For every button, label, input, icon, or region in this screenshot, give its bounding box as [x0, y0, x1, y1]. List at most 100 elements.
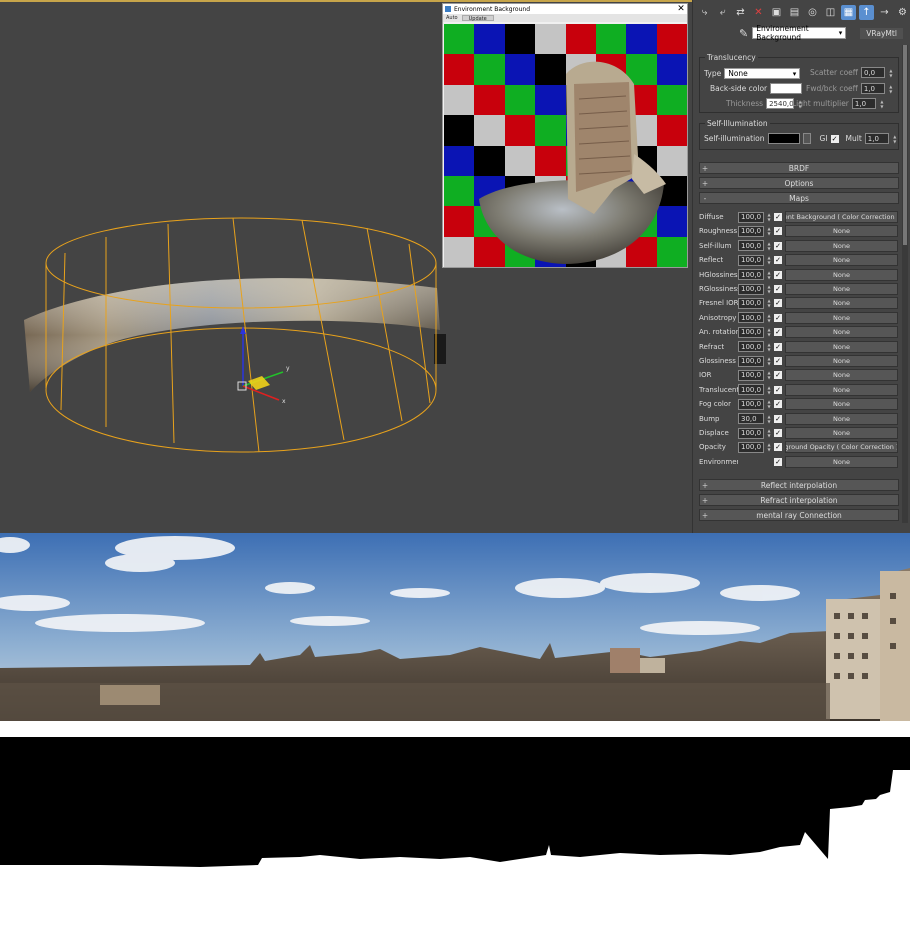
map-enable-checkbox[interactable]: ✓	[774, 213, 782, 221]
map-enable-checkbox[interactable]: ✓	[774, 285, 782, 293]
show-map-icon[interactable]: ◫	[823, 5, 838, 20]
map-enable-checkbox[interactable]: ✓	[774, 385, 782, 394]
eyedropper-icon[interactable]: ✎	[739, 27, 748, 40]
map-amount-spinner[interactable]: ▲ ▼	[765, 255, 773, 266]
material-name-dropdown[interactable]: Environement Background ▾	[752, 24, 847, 42]
rollout-options[interactable]: + Options	[699, 177, 899, 189]
map-amount-spinner[interactable]: ▲ ▼	[765, 356, 773, 367]
map-amount-spinner[interactable]: ▲ ▼	[765, 413, 773, 424]
environment-background-window[interactable]: Environment Background ✕ Auto Update	[442, 3, 688, 268]
map-amount-spinner[interactable]: ▲ ▼	[765, 298, 773, 309]
rollout-brdf[interactable]: + BRDF	[699, 162, 899, 174]
map-slot-button[interactable]: None	[785, 268, 898, 281]
self-illumination-map-button[interactable]	[802, 133, 811, 144]
map-slot-button[interactable]: None	[785, 283, 898, 295]
map-enable-checkbox[interactable]: ✓	[774, 443, 782, 452]
map-amount-field[interactable]: 100,0	[738, 398, 764, 410]
map-enable-checkbox[interactable]: ✓	[774, 328, 782, 337]
map-slot-button[interactable]: None	[785, 326, 898, 339]
map-slot-button[interactable]: None	[785, 297, 898, 310]
map-enable-checkbox[interactable]: ✓	[774, 270, 782, 279]
map-amount-field[interactable]: 100,0	[738, 441, 764, 453]
map-amount-spinner[interactable]: ▲ ▼	[765, 240, 773, 251]
make-unique-icon[interactable]: ▣	[769, 5, 784, 20]
close-icon[interactable]: ✕	[675, 4, 687, 14]
map-slot-button[interactable]: None	[785, 355, 898, 367]
mult-spinner[interactable]: ▲ ▼	[892, 133, 898, 144]
map-amount-field[interactable]: 100,0	[738, 297, 764, 309]
put-to-library-icon[interactable]: ▤	[787, 5, 802, 20]
map-amount-spinner[interactable]: ▲ ▼	[765, 341, 773, 352]
map-amount-field[interactable]: 100,0	[738, 341, 764, 353]
material-id-icon[interactable]: ◎	[805, 5, 820, 20]
map-slot-button[interactable]: None	[785, 239, 898, 252]
put-material-icon[interactable]: ⤶	[715, 5, 730, 20]
map-enable-checkbox[interactable]: ✓	[774, 241, 782, 250]
map-amount-spinner[interactable]: ▲ ▼	[765, 442, 773, 453]
map-enable-checkbox[interactable]: ✓	[774, 457, 782, 466]
update-button[interactable]: Update	[461, 15, 494, 22]
map-amount-field[interactable]: 100,0	[738, 240, 764, 252]
map-amount-spinner[interactable]: ▲ ▼	[765, 212, 773, 223]
map-enable-checkbox[interactable]: ✓	[774, 227, 782, 236]
assign-material-icon[interactable]: ⇄	[733, 5, 748, 20]
material-type-button[interactable]: VRayMtl	[860, 27, 903, 39]
map-amount-spinner[interactable]: ▲ ▼	[765, 399, 773, 410]
map-amount-spinner[interactable]: ▲ ▼	[765, 370, 773, 381]
light-multiplier-spinner[interactable]: ▲ ▼	[879, 98, 885, 109]
map-amount-spinner[interactable]: ▲ ▼	[765, 284, 773, 295]
map-enable-checkbox[interactable]: ✓	[774, 256, 782, 265]
light-multiplier-field[interactable]: 1,0	[851, 98, 876, 109]
window-titlebar[interactable]: Environment Background ✕	[443, 4, 687, 14]
map-amount-field[interactable]: 100,0	[738, 312, 764, 324]
gi-checkbox[interactable]: ✓	[830, 134, 839, 143]
map-amount-field[interactable]: 100,0	[738, 211, 764, 223]
map-slot-button[interactable]: None	[785, 311, 898, 324]
reset-map-icon[interactable]: ✕	[751, 5, 766, 20]
fwdbck-field[interactable]: 1,0	[860, 83, 885, 94]
map-amount-field[interactable]: 100,0	[738, 369, 764, 381]
map-slot-button[interactable]: ent Background ( Color Correction )	[785, 211, 898, 223]
thickness-field[interactable]: 2540,0	[766, 98, 795, 109]
map-enable-checkbox[interactable]: ✓	[774, 342, 782, 351]
map-slot-button[interactable]: None	[785, 225, 898, 238]
fwdbck-spinner[interactable]: ▲ ▼	[888, 83, 894, 94]
pick-material-icon[interactable]: ⤷	[697, 5, 712, 20]
map-enable-checkbox[interactable]: ✓	[774, 299, 782, 308]
map-slot-button[interactable]: None	[785, 427, 898, 439]
map-amount-field[interactable]: 100,0	[738, 355, 764, 367]
show-end-result-icon[interactable]: ▦	[841, 4, 856, 20]
map-slot-button[interactable]: None	[785, 369, 898, 382]
perspective-viewport[interactable]: y x Environment Background ✕ Auto Update	[0, 0, 692, 533]
rollout-refract-interpolation[interactable]: + Refract interpolation	[699, 494, 899, 506]
map-amount-field[interactable]: 100,0	[738, 326, 764, 338]
map-amount-spinner[interactable]: ▲ ▼	[765, 327, 773, 338]
map-amount-field[interactable]: 100,0	[738, 225, 764, 237]
map-amount-field[interactable]: 30,0	[738, 413, 764, 425]
mult-field[interactable]: 1,0	[864, 133, 889, 144]
scrollbar-thumb[interactable]	[903, 45, 907, 245]
rollout-maps[interactable]: - Maps	[699, 192, 899, 204]
map-amount-spinner[interactable]: ▲ ▼	[765, 384, 773, 395]
go-forward-icon[interactable]: →	[877, 5, 892, 20]
map-amount-spinner[interactable]: ▲ ▼	[765, 269, 773, 280]
map-slot-button[interactable]: None	[785, 254, 898, 267]
map-slot-button[interactable]: None	[785, 455, 898, 468]
rollout-mental-ray-connection[interactable]: + mental ray Connection	[699, 509, 899, 521]
rollout-reflect-interpolation[interactable]: + Reflect interpolation	[699, 479, 899, 491]
map-enable-checkbox[interactable]: ✓	[774, 400, 782, 409]
auto-button[interactable]: Auto	[446, 15, 458, 21]
map-enable-checkbox[interactable]: ✓	[774, 371, 782, 380]
go-to-parent-icon[interactable]: ↑	[859, 4, 874, 20]
map-amount-field[interactable]: 100,0	[738, 384, 764, 396]
self-illumination-color-swatch[interactable]	[767, 133, 800, 144]
map-amount-spinner[interactable]: ▲ ▼	[765, 226, 773, 237]
map-slot-button[interactable]: ground Opacity ( Color Correction )	[785, 441, 898, 454]
map-enable-checkbox[interactable]: ✓	[774, 414, 782, 423]
scatter-field[interactable]: 0,0	[860, 67, 885, 78]
map-enable-checkbox[interactable]: ✓	[774, 357, 782, 365]
map-slot-button[interactable]: None	[785, 383, 898, 396]
map-enable-checkbox[interactable]: ✓	[774, 313, 782, 322]
map-amount-field[interactable]: 100,0	[738, 254, 764, 266]
map-slot-button[interactable]: None	[785, 412, 898, 425]
